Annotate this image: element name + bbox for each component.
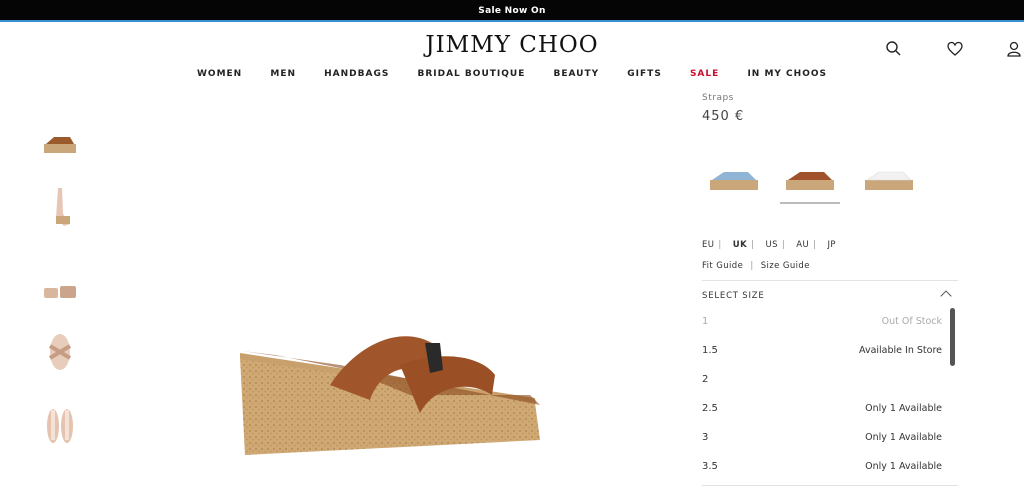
size-system-jp[interactable]: JP [827,240,835,250]
size-list-scrollbar[interactable] [950,308,955,366]
user-icon[interactable] [1005,40,1023,58]
size-system-uk[interactable]: UK [733,240,747,250]
promo-text: Sale Now On [478,6,546,16]
guide-links: Fit Guide | Size Guide [702,261,810,271]
size-system-au[interactable]: AU [796,240,809,250]
fit-guide-link[interactable]: Fit Guide [702,261,743,271]
size-label: 3.5 [702,461,718,472]
nav-in-my-choos[interactable]: IN MY CHOOS [747,69,827,79]
heart-icon[interactable] [946,40,964,58]
size-label: 2 [702,374,709,385]
size-status: Only 1 Available [865,403,942,414]
size-option[interactable]: 1 Out Of Stock [702,310,958,339]
size-label: 1 [702,316,709,327]
nav-men[interactable]: MEN [270,69,296,79]
size-guide-link[interactable]: Size Guide [761,261,810,271]
thumb-pair-view[interactable] [40,266,80,312]
size-system-us[interactable]: US [765,240,777,250]
nav-bridal-boutique[interactable]: BRIDAL BOUTIQUE [417,69,525,79]
size-option[interactable]: 2.5 Only 1 Available [702,397,958,426]
nav-sale[interactable]: SALE [690,69,719,79]
size-status: Only 1 Available [865,461,942,472]
size-system-selector: EU | UK | US | AU | JP [702,240,836,250]
thumb-side-view[interactable] [40,118,80,164]
color-variants [702,160,958,206]
variant-tan[interactable] [780,160,840,204]
logo[interactable]: JIMMY CHOO [0,32,1024,58]
product-main-image[interactable] [230,315,550,465]
nav-gifts[interactable]: GIFTS [627,69,662,79]
variant-white[interactable] [859,160,919,204]
product-category: Straps [702,93,734,103]
main-nav: WOMEN MEN HANDBAGS BRIDAL BOUTIQUE BEAUT… [0,69,1024,79]
size-label: 3 [702,432,709,443]
thumb-on-foot[interactable] [40,186,80,232]
size-label: 2.5 [702,403,718,414]
size-option[interactable]: 3 Only 1 Available [702,426,958,455]
nav-beauty[interactable]: BEAUTY [553,69,599,79]
product-price: 450 € [702,109,745,124]
thumb-top-view[interactable] [40,330,80,376]
size-list: 1 Out Of Stock 1.5 Available In Store 2 … [702,310,958,486]
promo-bar[interactable]: Sale Now On [0,0,1024,22]
site-header: JIMMY CHOO WOMEN MEN HANDBAGS BRIDAL BOU… [0,22,1024,92]
size-option[interactable]: 2 [702,368,958,397]
chevron-up-icon [940,290,952,302]
select-size-toggle[interactable]: SELECT SIZE [702,280,958,310]
size-status: Out Of Stock [881,316,942,327]
nav-handbags[interactable]: HANDBAGS [324,69,389,79]
variant-denim[interactable] [704,160,764,204]
search-icon[interactable] [885,40,903,58]
thumb-sole-view[interactable] [40,404,80,450]
size-status: Available In Store [859,345,942,356]
size-status: Only 1 Available [865,432,942,443]
size-option[interactable]: 1.5 Available In Store [702,339,958,368]
select-size-label: SELECT SIZE [702,291,765,301]
size-option[interactable]: 3.5 Only 1 Available [702,455,958,484]
size-system-eu[interactable]: EU [702,240,714,250]
size-label: 1.5 [702,345,718,356]
nav-women[interactable]: WOMEN [197,69,242,79]
